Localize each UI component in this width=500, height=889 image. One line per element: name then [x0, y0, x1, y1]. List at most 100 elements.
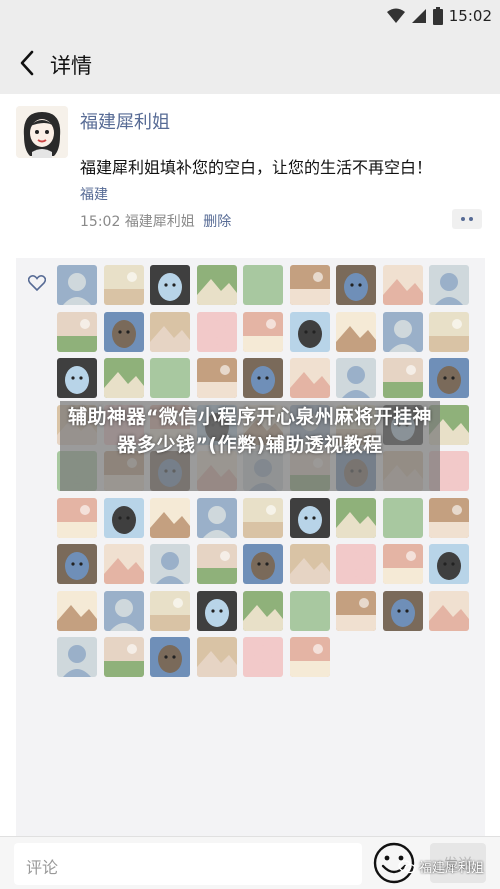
liker-avatar[interactable] — [57, 265, 97, 305]
liker-avatar[interactable] — [382, 265, 423, 305]
avatar-thumbnail — [103, 311, 144, 352]
liker-avatar[interactable] — [57, 637, 97, 677]
liker-avatar[interactable] — [57, 590, 97, 631]
avatar-thumbnail — [382, 265, 423, 305]
liker-avatar[interactable] — [382, 311, 423, 352]
more-options-button[interactable] — [452, 209, 482, 229]
liker-avatar[interactable] — [336, 311, 376, 352]
avatar-thumbnail — [289, 311, 330, 352]
post-text: 福建犀利姐填补您的空白，让您的生活不再空白！ — [80, 158, 433, 177]
liker-avatar[interactable] — [150, 311, 190, 352]
liker-avatar[interactable] — [150, 497, 190, 538]
liker-avatar[interactable] — [103, 311, 144, 352]
avatar-thumbnail — [57, 311, 97, 352]
liker-avatar[interactable] — [150, 544, 190, 584]
liker-avatar[interactable] — [243, 544, 283, 584]
avatar-thumbnail — [243, 358, 283, 398]
avatar-thumbnail — [429, 544, 469, 584]
liker-avatar[interactable] — [196, 590, 237, 631]
liker-avatar[interactable] — [429, 265, 469, 305]
liker-avatar[interactable] — [289, 637, 330, 677]
avatar-thumbnail — [382, 497, 423, 538]
avatar-thumbnail — [196, 497, 237, 538]
avatar-thumbnail — [196, 265, 237, 305]
liker-avatar[interactable] — [57, 497, 97, 538]
status-icons: 15:02 — [386, 7, 492, 25]
avatar-thumbnail — [103, 590, 144, 631]
comment-input[interactable]: 评论 — [14, 843, 362, 885]
liker-avatar[interactable] — [196, 311, 237, 352]
battery-icon — [432, 7, 443, 25]
liker-avatar[interactable] — [429, 311, 469, 352]
author-name[interactable]: 福建犀利姐 — [80, 108, 170, 134]
avatar-thumbnail — [429, 590, 469, 631]
status-time: 15:02 — [448, 7, 492, 25]
liker-avatar[interactable] — [103, 590, 144, 631]
liker-avatar[interactable] — [103, 544, 144, 584]
liker-avatar[interactable] — [150, 590, 190, 631]
liker-avatar[interactable] — [243, 358, 283, 398]
banner-text: 辅助神器“微信小程序开心泉州麻将开挂神器多少钱”(作弊)辅助透视教程 — [68, 406, 432, 456]
liker-avatar[interactable] — [289, 265, 330, 305]
avatar-thumbnail — [150, 637, 190, 677]
liker-avatar[interactable] — [196, 544, 237, 584]
back-button[interactable] — [12, 46, 42, 80]
avatar-thumbnail — [103, 358, 144, 398]
liker-avatar[interactable] — [243, 497, 283, 538]
liker-avatar[interactable] — [429, 497, 469, 538]
avatar-thumbnail — [103, 637, 144, 677]
liker-avatar[interactable] — [103, 265, 144, 305]
liker-avatar[interactable] — [382, 497, 423, 538]
avatar-thumbnail — [243, 637, 283, 677]
liker-avatar[interactable] — [243, 590, 283, 631]
liker-avatar[interactable] — [196, 358, 237, 398]
avatar-thumbnail — [336, 311, 376, 352]
delete-link[interactable]: 删除 — [203, 214, 231, 230]
liker-avatar[interactable] — [289, 358, 330, 398]
liker-avatar[interactable] — [336, 358, 376, 398]
liker-avatar[interactable] — [243, 265, 283, 305]
liker-avatar[interactable] — [289, 311, 330, 352]
liker-avatar[interactable] — [289, 544, 330, 584]
avatar-thumbnail — [57, 358, 97, 398]
liker-avatar[interactable] — [429, 358, 469, 398]
liker-avatar[interactable] — [336, 544, 376, 584]
avatar-thumbnail — [429, 497, 469, 538]
liker-avatar[interactable] — [336, 497, 376, 538]
liker-avatar[interactable] — [150, 265, 190, 305]
nav-bar: 详情 — [0, 32, 500, 94]
liker-avatar[interactable] — [150, 358, 190, 398]
liker-avatar[interactable] — [336, 265, 376, 305]
heart-outline-icon — [28, 275, 46, 291]
avatar-thumbnail — [57, 497, 97, 538]
liker-avatar[interactable] — [103, 637, 144, 677]
liker-avatar[interactable] — [382, 590, 423, 631]
liker-avatar[interactable] — [196, 637, 237, 677]
liker-avatar[interactable] — [336, 590, 376, 631]
liker-avatar[interactable] — [289, 590, 330, 631]
liker-avatar[interactable] — [57, 544, 97, 584]
liker-avatar[interactable] — [382, 358, 423, 398]
liker-avatar[interactable] — [429, 590, 469, 631]
avatar-thumbnail — [243, 590, 283, 631]
avatar-thumbnail — [150, 265, 190, 305]
liker-avatar[interactable] — [196, 497, 237, 538]
liker-avatar[interactable] — [382, 544, 423, 584]
avatar-thumbnail — [336, 590, 376, 631]
author-avatar[interactable] — [16, 106, 68, 158]
liker-avatar[interactable] — [150, 637, 190, 677]
liker-avatar[interactable] — [243, 637, 283, 677]
liker-avatar[interactable] — [103, 497, 144, 538]
liker-avatar[interactable] — [289, 497, 330, 538]
comment-placeholder: 评论 — [26, 858, 59, 877]
liker-avatar[interactable] — [57, 311, 97, 352]
liker-avatar[interactable] — [243, 311, 283, 352]
liker-avatar[interactable] — [57, 358, 97, 398]
likes-panel — [16, 258, 485, 836]
liker-avatar[interactable] — [103, 358, 144, 398]
dot-icon — [469, 217, 473, 221]
avatar-thumbnail — [336, 544, 376, 584]
liker-avatar[interactable] — [196, 265, 237, 305]
post-location[interactable]: 福建 — [80, 184, 108, 204]
liker-avatar[interactable] — [429, 544, 469, 584]
